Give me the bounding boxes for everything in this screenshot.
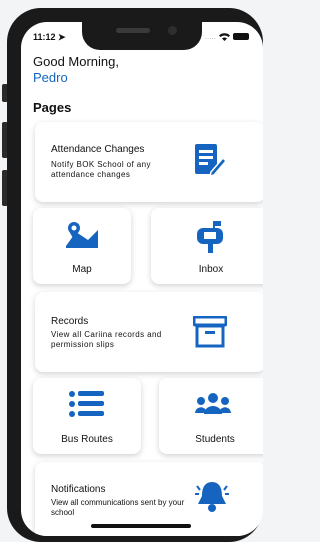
- list-icon: [69, 391, 104, 417]
- section-title-pages: Pages: [33, 100, 72, 115]
- records-card-title: Records: [51, 316, 89, 327]
- map-tile[interactable]: Map: [33, 208, 131, 284]
- speaker: [116, 28, 150, 33]
- camera: [168, 26, 177, 35]
- notch: [82, 22, 202, 50]
- students-tile[interactable]: Students: [159, 378, 263, 454]
- bell-icon: [195, 482, 229, 512]
- inbox-tile[interactable]: Inbox: [151, 208, 263, 284]
- records-card-description: View all Cariina records and permission …: [51, 330, 162, 349]
- location-arrow-icon: ➤: [58, 32, 66, 42]
- map-icon: [66, 222, 98, 248]
- battery-icon: [233, 33, 249, 40]
- inbox-tile-label: Inbox: [198, 264, 224, 275]
- students-tile-label: Students: [195, 434, 235, 445]
- attendance-changes-card[interactable]: Attendance Changes Notify BOK School of …: [35, 122, 263, 202]
- bus-routes-tile-label: Bus Routes: [61, 434, 113, 445]
- status-time: 11:12 ➤: [33, 32, 66, 42]
- archive-icon: [193, 316, 227, 348]
- records-card[interactable]: Records View all Cariina records and per…: [35, 292, 263, 372]
- edit-document-icon: [195, 144, 227, 178]
- user-name: Pedro: [33, 70, 68, 85]
- app-screen: 11:12 ➤ ..... Good Morning, Pedro Pages …: [21, 22, 263, 536]
- attendance-card-description: Notify BOK School of any attendance chan…: [51, 160, 151, 179]
- mailbox-icon: [197, 221, 223, 253]
- status-indicators: .....: [205, 32, 249, 41]
- wifi-icon: [219, 32, 230, 41]
- map-tile-label: Map: [72, 264, 92, 275]
- greeting-text: Good Morning,: [33, 54, 119, 69]
- home-indicator[interactable]: [91, 524, 191, 528]
- notifications-card-title: Notifications: [51, 484, 106, 495]
- users-icon: [195, 393, 231, 414]
- attendance-card-title: Attendance Changes: [51, 144, 145, 155]
- bus-routes-tile[interactable]: Bus Routes: [33, 378, 141, 454]
- phone-frame: 11:12 ➤ ..... Good Morning, Pedro Pages …: [7, 8, 263, 542]
- notifications-card-description: View all communications sent by your sch…: [51, 498, 185, 517]
- signal-dots: .....: [204, 32, 216, 41]
